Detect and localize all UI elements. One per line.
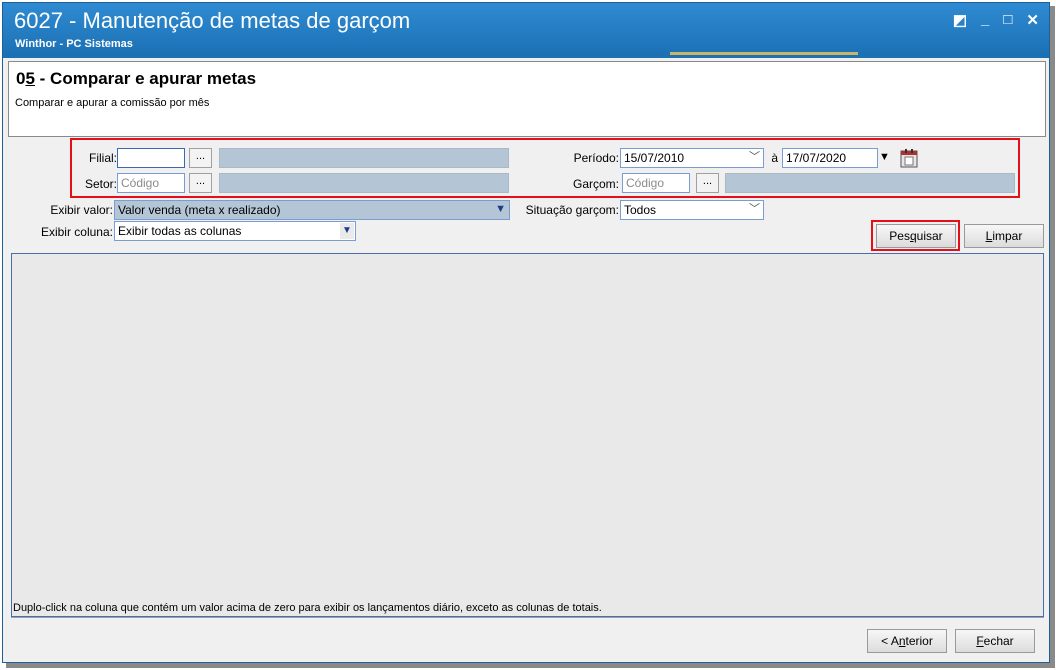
filter-highlight-box (70, 138, 1020, 198)
main-window: 6027 - Manutenção de metas de garçom Win… (2, 2, 1050, 663)
window-subtitle: Winthor - PC Sistemas (15, 38, 133, 50)
maximize-icon[interactable]: □ (1003, 11, 1012, 29)
step-header: 05 - Comparar e apurar metas Comparar e … (8, 61, 1046, 137)
situacao-select[interactable]: Todos ﹀ (620, 200, 764, 220)
step-description: Comparar e apurar a comissão por mês (15, 97, 210, 109)
minimize-icon[interactable]: _ (981, 11, 989, 29)
fechar-button[interactable]: Fechar (955, 629, 1035, 653)
exibir-coluna-select[interactable]: Exibir todas as colunas ▼ (114, 221, 356, 241)
caret-down-icon: ▼ (495, 203, 506, 215)
title-accent-bar (670, 52, 858, 55)
chevron-down-icon: ﹀ (749, 203, 760, 215)
window-title: 6027 - Manutenção de metas de garçom (14, 8, 411, 33)
exibir-valor-select[interactable]: Valor venda (meta x realizado) ▼ (114, 200, 510, 220)
window-controls: ◩ _ □ ✕ (953, 11, 1039, 29)
close-icon[interactable]: ✕ (1026, 11, 1039, 29)
title-bar[interactable]: 6027 - Manutenção de metas de garçom Win… (3, 3, 1049, 58)
window-shadow-bottom (6, 663, 1055, 668)
caret-down-icon: ▼ (340, 223, 354, 239)
situacao-label: Situação garçom: (525, 203, 619, 217)
results-grid[interactable] (11, 253, 1044, 617)
footer-divider (11, 617, 1044, 618)
exibir-coluna-label: Exibir coluna: (40, 225, 113, 239)
exibir-valor-label: Exibir valor: (50, 203, 113, 217)
grid-hint-text: Duplo-click na coluna que contém um valo… (13, 602, 602, 614)
anterior-button[interactable]: < Anterior (867, 629, 947, 653)
restore-icon[interactable]: ◩ (953, 11, 967, 29)
pesquisar-highlight-box (871, 220, 960, 251)
step-title: 05 - Comparar e apurar metas (16, 69, 257, 88)
window-shadow-right (1050, 6, 1055, 667)
limpar-button[interactable]: Limpar (964, 224, 1044, 248)
